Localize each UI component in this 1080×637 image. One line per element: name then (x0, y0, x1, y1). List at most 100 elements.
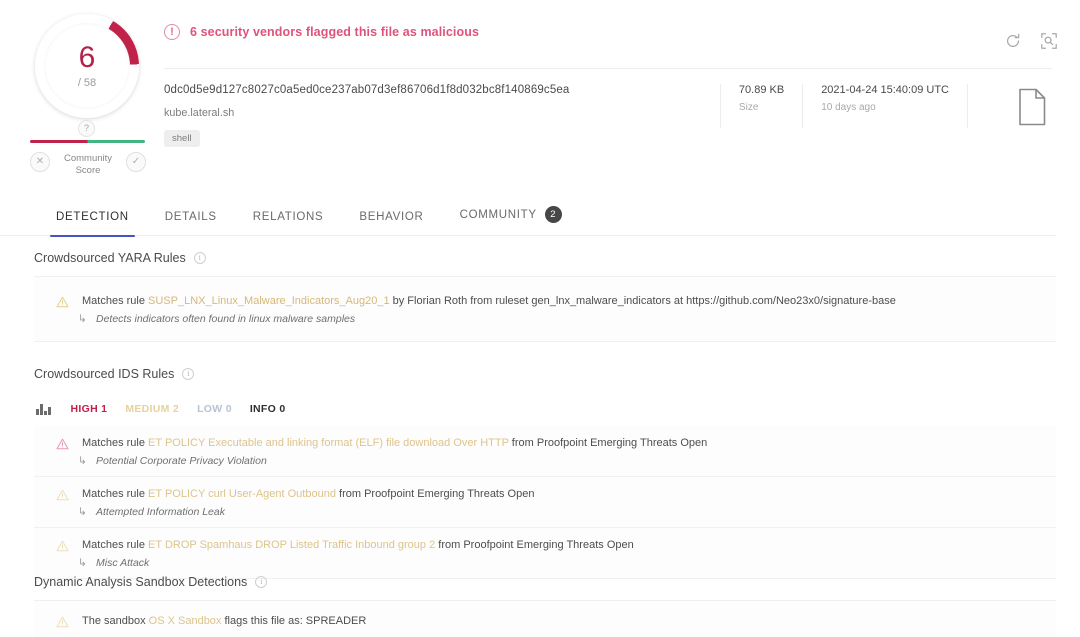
info-icon[interactable]: i (182, 368, 195, 380)
yara-rule-name[interactable]: SUSP_LNX_Linux_Malware_Indicators_Aug20_… (148, 295, 390, 307)
severity-high-label: HIGH (70, 403, 98, 415)
exclamation-icon: ! (164, 24, 180, 40)
ids-rule-prefix: Matches rule (82, 488, 149, 500)
yara-rule-description-text: Detects indicators often found in linux … (96, 313, 356, 325)
report-tabs: DETECTION DETAILS RELATIONS BEHAVIOR COM… (0, 188, 1056, 237)
ids-rule-description-text: Attempted Information Leak (96, 506, 225, 518)
warning-triangle-icon (56, 437, 69, 450)
community-score-label-line1: Community (63, 153, 113, 164)
community-upvote-icon[interactable]: ✓ (126, 152, 146, 172)
info-icon[interactable]: i (255, 576, 268, 588)
sandbox-section-title: Dynamic Analysis Sandbox Detections (34, 575, 248, 589)
community-score-marker[interactable]: ? (78, 120, 95, 137)
yara-rule-text: Matches rule SUSP_LNX_Linux_Malware_Indi… (82, 293, 1056, 310)
info-icon[interactable]: i (193, 252, 206, 264)
severity-low-label: LOW (197, 403, 223, 415)
detection-gauge-wrap: 6 / 58 ? ✕ Community Score ✓ (22, 8, 152, 180)
file-size-label: Size (738, 102, 759, 113)
community-downvote-icon[interactable]: ✕ (30, 152, 50, 172)
virustotal-file-report-page: 6 / 58 ? ✕ Community Score ✓ ! 6 securit… (0, 0, 1080, 637)
summary-divider (164, 68, 1052, 69)
sandbox-name[interactable]: OS X Sandbox (149, 615, 222, 627)
ids-rule-suffix: from Proofpoint Emerging Threats Open (335, 488, 535, 500)
tab-relations[interactable]: RELATIONS (235, 211, 342, 236)
file-date-value: 2021-04-24 15:40:09 UTC (821, 84, 949, 96)
sandbox-section-header: Dynamic Analysis Sandbox Detections i (34, 575, 268, 589)
yara-section-header: Crowdsourced YARA Rules i (34, 251, 206, 265)
ids-rule-prefix: Matches rule (82, 539, 149, 551)
ids-rule-suffix: from Proofpoint Emerging Threats Open (508, 437, 708, 449)
file-thumbnail (1004, 82, 1060, 132)
file-size-fact: 70.89 KB Size (721, 84, 804, 128)
ids-rule-prefix: Matches rule (82, 437, 149, 449)
bar-chart-icon (36, 403, 51, 415)
file-summary-card: 6 / 58 ? ✕ Community Score ✓ ! 6 securit… (0, 0, 1080, 180)
sandbox-detection-row[interactable]: The sandbox OS X Sandbox flags this file… (34, 613, 1056, 630)
tab-details-label: DETAILS (164, 211, 217, 223)
tab-detection-label: DETECTION (56, 211, 129, 223)
yara-section-title: Crowdsourced YARA Rules (34, 251, 186, 265)
tab-community[interactable]: COMMUNITY 2 (442, 206, 580, 236)
community-score-bar (30, 140, 145, 143)
tab-detection[interactable]: DETECTION (38, 211, 147, 237)
severity-filter-medium[interactable]: MEDIUM 2 (125, 403, 179, 415)
verdict-row: ! 6 security vendors flagged this file a… (164, 24, 479, 40)
similar-search-icon[interactable] (1040, 32, 1058, 50)
tab-relations-label: RELATIONS (252, 211, 324, 223)
yara-rule-suffix: by Florian Roth from ruleset gen_lnx_mal… (389, 295, 896, 307)
detection-total: / 58 (77, 77, 97, 89)
sandbox-detections-panel: The sandbox OS X Sandbox flags this file… (34, 600, 1056, 637)
tab-community-badge: 2 (544, 206, 562, 223)
ids-rule-text: Matches rule ET POLICY Executable and li… (82, 435, 1056, 452)
ids-rule-row[interactable]: Matches rule ET POLICY Executable and li… (34, 426, 1056, 477)
tab-details[interactable]: DETAILS (147, 211, 235, 236)
ids-rule-description: ↳ Misc Attack (78, 557, 1056, 569)
tab-behavior-label: BEHAVIOR (359, 211, 424, 223)
severity-medium-count: 2 (172, 403, 180, 415)
ids-section-header: Crowdsourced IDS Rules i (34, 367, 195, 381)
ids-rule-row[interactable]: Matches rule ET POLICY curl User-Agent O… (34, 477, 1056, 528)
severity-low-count: 0 (225, 403, 232, 415)
file-date-relative: 10 days ago (821, 102, 876, 113)
yara-rules-panel: Matches rule SUSP_LNX_Linux_Malware_Indi… (34, 276, 1056, 342)
ids-rule-name[interactable]: ET POLICY curl User-Agent Outbound (148, 488, 336, 500)
ids-rule-suffix: from Proofpoint Emerging Threats Open (435, 539, 634, 551)
severity-filter-high[interactable]: HIGH 1 (71, 403, 108, 415)
warning-triangle-icon (56, 539, 69, 552)
ids-rules-panel: Matches rule ET POLICY Executable and li… (34, 426, 1056, 579)
sandbox-suffix: flags this file as: SPREADER (221, 615, 367, 627)
sandbox-detection-text: The sandbox OS X Sandbox flags this file… (82, 613, 1056, 630)
severity-info-label: INFO (249, 403, 277, 415)
yara-rule-prefix: Matches rule (82, 295, 149, 307)
file-summary-details: ! 6 security vendors flagged this file a… (152, 0, 1080, 180)
severity-high-count: 1 (101, 403, 108, 415)
ids-rule-description-text: Misc Attack (96, 557, 150, 569)
severity-filter-info[interactable]: INFO 0 (250, 403, 286, 415)
yara-rule-description: ↳ Detects indicators often found in linux… (78, 313, 1056, 325)
sandbox-prefix: The sandbox (82, 615, 149, 627)
ids-rule-text: Matches rule ET DROP Spamhaus DROP Liste… (82, 537, 1056, 554)
severity-info-count: 0 (279, 403, 286, 415)
ids-rule-name[interactable]: ET DROP Spamhaus DROP Listed Traffic Inb… (148, 539, 435, 551)
file-facts: 70.89 KB Size 2021-04-24 15:40:09 UTC 10… (719, 84, 968, 128)
community-score-label: Community Score (58, 148, 118, 177)
tab-behavior[interactable]: BEHAVIOR (341, 211, 441, 236)
detection-gauge[interactable]: 6 / 58 (35, 14, 139, 118)
verdict-text: 6 security vendors flagged this file as … (190, 25, 480, 39)
severity-medium-label: MEDIUM (125, 403, 170, 415)
tab-community-label: COMMUNITY (459, 208, 537, 221)
sub-arrow-icon: ↳ (78, 557, 87, 569)
gauge-center: 6 / 58 (44, 23, 130, 109)
ids-severity-filters: HIGH 1 MEDIUM 2 LOW 0 INFO 0 (36, 403, 285, 415)
warning-triangle-icon (56, 488, 69, 501)
summary-actions (1004, 32, 1058, 50)
ids-rule-description-text: Potential Corporate Privacy Violation (96, 455, 267, 467)
reanalyze-icon[interactable] (1004, 32, 1022, 50)
ids-rule-row[interactable]: Matches rule ET DROP Spamhaus DROP Liste… (34, 528, 1056, 578)
yara-rule-row[interactable]: Matches rule SUSP_LNX_Linux_Malware_Indi… (34, 293, 1056, 325)
ids-rule-text: Matches rule ET POLICY curl User-Agent O… (82, 486, 1056, 503)
sub-arrow-icon: ↳ (78, 313, 87, 325)
file-type-tag[interactable]: shell (164, 130, 200, 147)
severity-filter-low[interactable]: LOW 0 (197, 403, 232, 415)
ids-rule-name[interactable]: ET POLICY Executable and linking format … (148, 437, 509, 449)
